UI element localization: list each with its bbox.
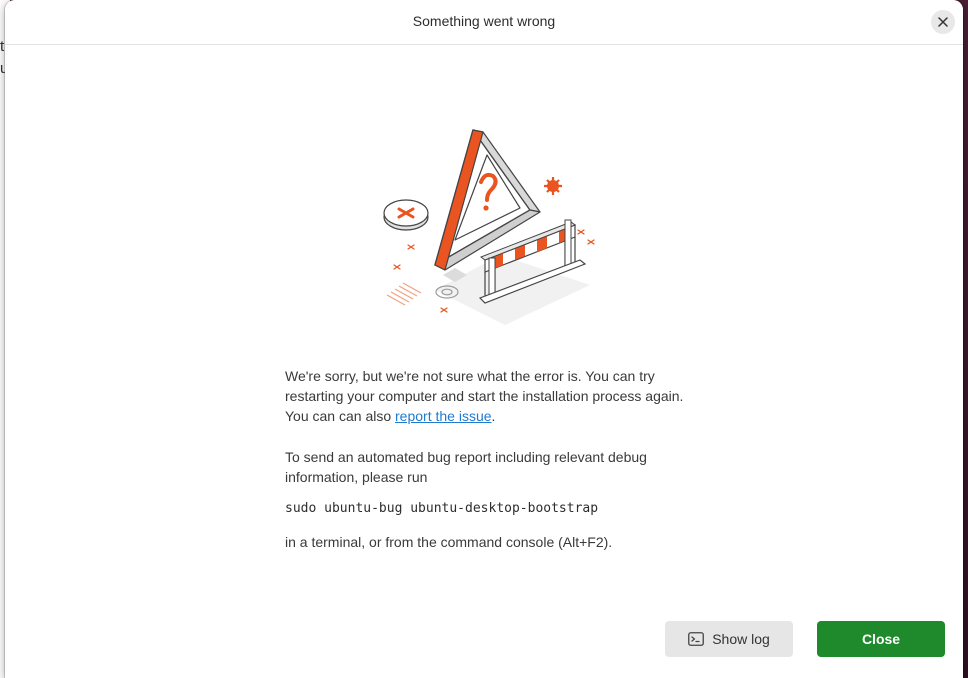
- error-dialog: Something went wrong We're sorry, but we…: [5, 0, 963, 678]
- report-issue-link[interactable]: report the issue: [395, 408, 492, 424]
- close-button-label: Close: [861, 631, 901, 647]
- dialog-title: Something went wrong: [412, 13, 556, 29]
- terminal-hint: in a terminal, or from the command conso…: [285, 534, 613, 550]
- message-paragraph: We're sorry, but we're not sure what the…: [285, 366, 705, 426]
- background-text: t: [0, 38, 5, 55]
- close-icon[interactable]: [931, 10, 955, 34]
- show-log-button[interactable]: Show log: [665, 621, 793, 657]
- terminal-icon: [688, 632, 705, 646]
- dialog-titlebar: Something went wrong: [5, 0, 963, 45]
- bug-command: sudo ubuntu-bug ubuntu-desktop-bootstrap: [285, 501, 599, 516]
- bug-report-paragraph: To send an automated bug report includin…: [285, 449, 647, 485]
- message-text: .: [491, 408, 496, 424]
- error-message: We're sorry, but we're not sure what the…: [285, 366, 705, 552]
- close-button[interactable]: Close: [817, 621, 945, 657]
- show-log-label: Show log: [712, 631, 770, 647]
- warning-illustration: [375, 120, 605, 330]
